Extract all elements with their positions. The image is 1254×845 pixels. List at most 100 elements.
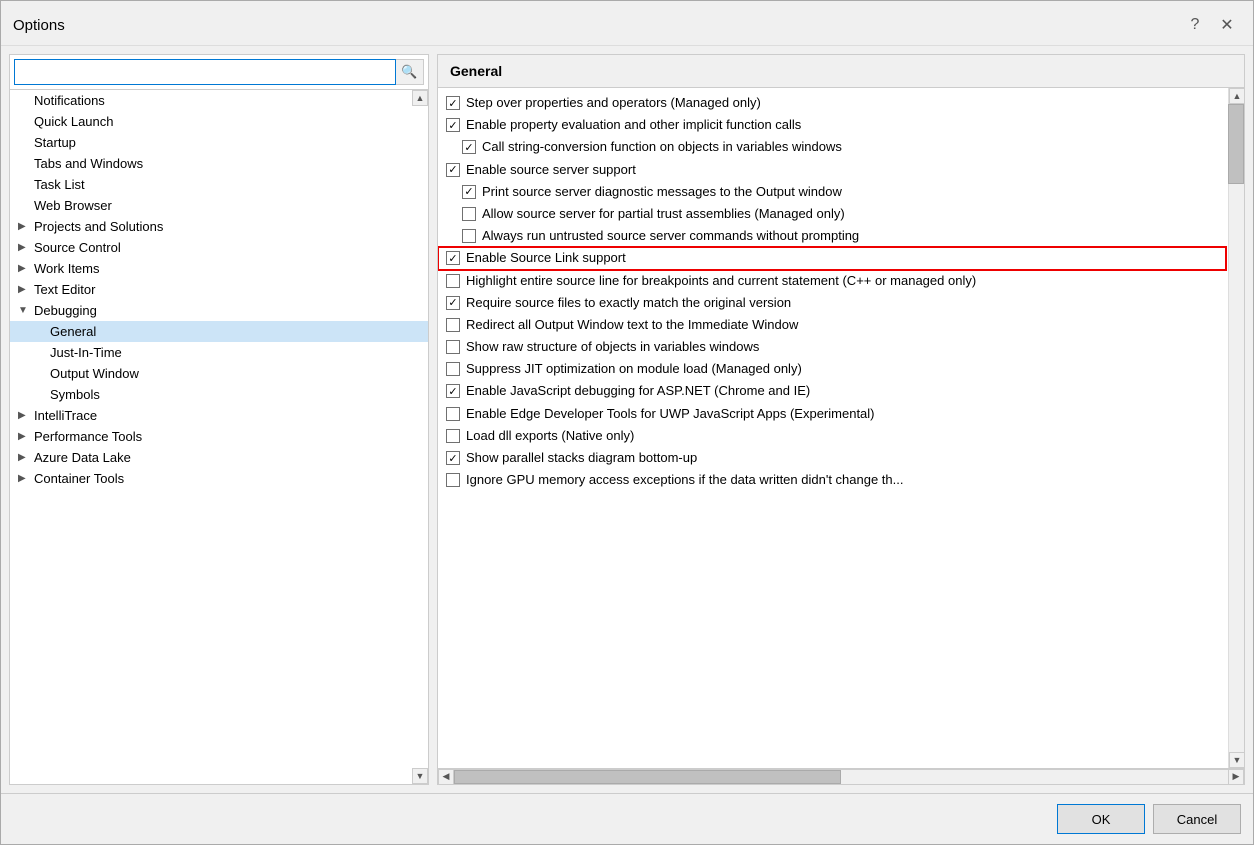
tree-label-debugging: Debugging [34,303,97,318]
search-button[interactable]: 🔍 [396,59,424,85]
ok-button[interactable]: OK [1057,804,1145,834]
checkbox-9[interactable] [446,296,460,310]
option-item-1[interactable]: Enable property evaluation and other imp… [438,114,1226,136]
tree-item-text-editor[interactable]: ▶Text Editor [10,279,428,300]
option-item-3[interactable]: Enable source server support [438,159,1226,181]
expand-icon-container-tools: ▶ [18,473,30,484]
tree-label-just-in-time: Just-In-Time [50,345,122,360]
search-input[interactable] [14,59,396,85]
option-item-14[interactable]: Enable Edge Developer Tools for UWP Java… [438,403,1226,425]
options-list: Step over properties and operators (Mana… [438,88,1244,768]
option-item-8[interactable]: Highlight entire source line for breakpo… [438,270,1226,292]
option-item-6[interactable]: Always run untrusted source server comma… [438,225,1226,247]
hscroll-thumb[interactable] [454,770,841,784]
option-label-9: Require source files to exactly match th… [466,294,1218,312]
option-item-12[interactable]: Suppress JIT optimization on module load… [438,358,1226,380]
checkbox-13[interactable] [446,384,460,398]
tree-item-source-control[interactable]: ▶ Source Control [10,237,428,258]
hscroll-right[interactable]: ▶ [1228,769,1244,785]
option-item-0[interactable]: Step over properties and operators (Mana… [438,92,1226,114]
checkbox-2[interactable] [462,140,476,154]
option-item-11[interactable]: Show raw structure of objects in variabl… [438,336,1226,358]
option-item-17[interactable]: Ignore GPU memory access exceptions if t… [438,469,1226,491]
expand-icon-performance-tools: ▶ [18,431,30,442]
tree-label-projects-solutions: Projects and Solutions [34,219,163,234]
tree-item-symbols[interactable]: Symbols [10,384,428,405]
option-item-2[interactable]: Call string-conversion function on objec… [438,136,1226,158]
tree-label-startup: Startup [34,135,76,150]
tree-item-performance-tools[interactable]: ▶Performance Tools [10,426,428,447]
expand-icon-debugging: ▼ [18,305,30,316]
option-item-9[interactable]: Require source files to exactly match th… [438,292,1226,314]
expand-icon-work-items: ▶ [18,263,30,274]
tree-item-debugging[interactable]: ▼ Debugging [10,300,428,321]
tree-item-container-tools[interactable]: ▶Container Tools [10,468,428,489]
tree-item-general[interactable]: General [10,321,428,342]
option-item-4[interactable]: Print source server diagnostic messages … [438,181,1226,203]
option-label-14: Enable Edge Developer Tools for UWP Java… [466,405,1218,423]
checkbox-3[interactable] [446,163,460,177]
tree-label-symbols: Symbols [50,387,100,402]
tree-item-web-browser[interactable]: Web Browser [10,195,428,216]
tree-item-task-list[interactable]: Task List [10,174,428,195]
scrollbar-thumb[interactable] [1228,104,1244,184]
option-label-15: Load dll exports (Native only) [466,427,1218,445]
checkbox-4[interactable] [462,185,476,199]
tree-item-quick-launch[interactable]: Quick Launch [10,111,428,132]
checkbox-15[interactable] [446,429,460,443]
title-bar-icons: ? ✕ [1181,11,1241,39]
title-bar: Options ? ✕ [1,1,1253,46]
tree-item-just-in-time[interactable]: Just-In-Time [10,342,428,363]
option-item-13[interactable]: Enable JavaScript debugging for ASP.NET … [438,380,1226,402]
right-header: General [438,55,1244,88]
checkbox-16[interactable] [446,451,460,465]
scroll-down-arrow[interactable]: ▼ [1229,752,1244,768]
tree-label-work-items: Work Items [34,261,100,276]
cancel-button[interactable]: Cancel [1153,804,1241,834]
tree-label-output-window: Output Window [50,366,139,381]
tree-item-azure-data-lake[interactable]: ▶Azure Data Lake [10,447,428,468]
tree-label-web-browser: Web Browser [34,198,112,213]
tree-item-projects-solutions[interactable]: ▶Projects and Solutions [10,216,428,237]
help-button[interactable]: ? [1181,11,1209,39]
checkbox-7[interactable] [446,251,460,265]
expand-icon-source-control: ▶ [18,242,30,253]
tree-label-general: General [50,324,96,339]
checkbox-14[interactable] [446,407,460,421]
checkbox-5[interactable] [462,207,476,221]
checkbox-10[interactable] [446,318,460,332]
tree-container: ▲ NotificationsQuick Launch Startup Tabs a… [10,90,428,784]
tree-item-output-window[interactable]: Output Window [10,363,428,384]
close-button[interactable]: ✕ [1213,11,1241,39]
tree-item-startup[interactable]: Startup [10,132,428,153]
bottom-bar: OK Cancel [1,793,1253,844]
hscroll-left[interactable]: ◀ [438,769,454,785]
option-label-0: Step over properties and operators (Mana… [466,94,1218,112]
checkbox-17[interactable] [446,473,460,487]
option-label-17: Ignore GPU memory access exceptions if t… [466,471,1218,489]
main-content: 🔍 ▲ NotificationsQuick Launch Startup Tabs… [1,46,1253,793]
checkbox-1[interactable] [446,118,460,132]
option-item-7[interactable]: Enable Source Link support [438,247,1226,269]
checkbox-12[interactable] [446,362,460,376]
tree-label-source-control: Source Control [34,240,121,255]
checkbox-6[interactable] [462,229,476,243]
checkbox-8[interactable] [446,274,460,288]
tree-scroll-up[interactable]: ▲ [412,90,428,106]
option-item-10[interactable]: Redirect all Output Window text to the I… [438,314,1226,336]
checkbox-11[interactable] [446,340,460,354]
scroll-up-arrow[interactable]: ▲ [1229,88,1244,104]
tree-item-intellitrace[interactable]: ▶IntelliTrace [10,405,428,426]
tree-label-intellitrace: IntelliTrace [34,408,97,423]
checkbox-0[interactable] [446,96,460,110]
option-label-16: Show parallel stacks diagram bottom-up [466,449,1218,467]
option-label-1: Enable property evaluation and other imp… [466,116,1218,134]
option-item-15[interactable]: Load dll exports (Native only) [438,425,1226,447]
tree-scroll-down[interactable]: ▼ [412,768,428,784]
tree-item-notifications[interactable]: Notifications [10,90,428,111]
option-label-3: Enable source server support [466,161,1218,179]
tree-item-work-items[interactable]: ▶ Work Items [10,258,428,279]
option-item-16[interactable]: Show parallel stacks diagram bottom-up [438,447,1226,469]
tree-item-tabs-windows[interactable]: Tabs and Windows [10,153,428,174]
option-item-5[interactable]: Allow source server for partial trust as… [438,203,1226,225]
